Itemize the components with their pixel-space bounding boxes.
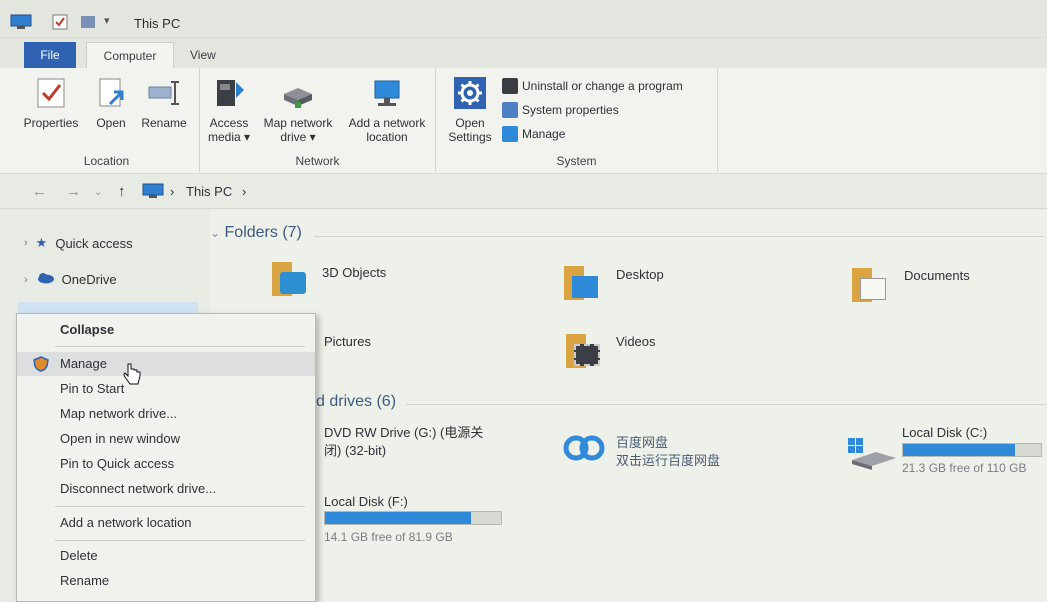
access-media-icon (212, 76, 246, 110)
baidu-netdisk-icon[interactable] (562, 432, 606, 462)
location-group: Properties Open Rename Location (14, 68, 200, 172)
menu-item-pin-to-start[interactable]: Pin to Start (17, 377, 315, 401)
breadcrumb-this-pc[interactable]: This PC (186, 184, 232, 199)
baidu-netdisk-label[interactable]: 百度网盘 (616, 432, 668, 451)
folder-documents-label[interactable]: Documents (904, 268, 970, 283)
folders-section-header[interactable]: ⌄ Folders (7) (210, 224, 302, 242)
menu-item-disconnect-network-drive[interactable]: Disconnect network drive... (17, 477, 315, 501)
menu-item-manage-label: Manage (60, 356, 107, 371)
breadcrumb-separator: › (170, 184, 175, 199)
expand-chevron-icon[interactable]: › (24, 274, 28, 286)
properties-button[interactable]: Properties (22, 76, 80, 130)
windows-drive-icon[interactable] (846, 436, 898, 470)
local-disk-f-usage-bar (324, 511, 502, 525)
open-settings-button[interactable]: Open Settings (446, 76, 494, 144)
menu-item-open-new-window[interactable]: Open in new window (17, 427, 315, 451)
drives-divider (406, 404, 1046, 405)
computer-icon[interactable] (10, 14, 32, 30)
system-group: Open Settings Uninstall or change a prog… (436, 68, 718, 172)
folder-3d-objects-label[interactable]: 3D Objects (322, 265, 386, 280)
menu-item-delete[interactable]: Delete (17, 544, 315, 568)
nav-item-quick-access[interactable]: › ★ Quick access (24, 235, 133, 251)
drives-section-header[interactable]: d drives (6) (316, 393, 396, 411)
new-folder-quick-icon[interactable] (80, 14, 96, 30)
dvd-drive-label-line1[interactable]: DVD RW Drive (G:) (电源关 (324, 422, 483, 441)
local-disk-c-usage-bar (902, 443, 1042, 457)
up-arrow-icon[interactable]: ↑ (118, 183, 126, 200)
nav-item-onedrive[interactable]: › OneDrive (24, 272, 117, 287)
forward-arrow-icon[interactable]: → (66, 183, 81, 200)
settings-gear-icon (453, 76, 487, 110)
menu-item-collapse[interactable]: Collapse (17, 318, 315, 342)
open-icon (94, 76, 128, 110)
uninstall-icon (502, 78, 518, 94)
menu-item-pin-quick-access[interactable]: Pin to Quick access (17, 452, 315, 476)
rename-button[interactable]: Rename (138, 76, 190, 130)
onedrive-cloud-icon (36, 272, 54, 287)
tab-computer[interactable]: Computer (86, 42, 174, 68)
documents-folder-icon[interactable] (852, 264, 886, 302)
location-group-label: Location (83, 154, 130, 168)
menu-separator (55, 346, 305, 347)
ribbon-tabs: File Computer View (0, 38, 1047, 68)
menu-item-manage[interactable]: Manage (17, 352, 315, 376)
menu-separator (55, 506, 305, 507)
tab-file[interactable]: File (24, 42, 76, 68)
rename-icon (147, 76, 181, 110)
menu-item-map-network-drive[interactable]: Map network drive... (17, 402, 315, 426)
local-disk-c-label[interactable]: Local Disk (C:) (902, 425, 987, 440)
network-group-label: Network (295, 154, 340, 168)
map-network-drive-button[interactable]: Map network drive ▾ (256, 76, 340, 144)
desktop-folder-icon[interactable] (564, 262, 598, 300)
system-properties-icon (502, 102, 518, 118)
ribbon: Properties Open Rename Location Access m… (0, 68, 1047, 174)
dvd-drive-label-line2[interactable]: 闭) (32-bit) (324, 440, 386, 459)
back-arrow-icon[interactable]: ← (32, 183, 47, 200)
local-disk-f-free-space: 14.1 GB free of 81.9 GB (324, 530, 453, 544)
hand-cursor-icon (122, 362, 142, 386)
recent-locations-chevron-icon[interactable]: ⌄ (94, 187, 102, 198)
access-media-button[interactable]: Access media ▾ (204, 76, 254, 144)
add-network-location-button[interactable]: Add a network location (342, 76, 432, 144)
folder-videos-label[interactable]: Videos (616, 334, 656, 349)
map-network-drive-icon (281, 76, 315, 110)
add-network-location-icon (370, 76, 404, 110)
tab-view[interactable]: View (180, 42, 226, 68)
videos-folder-icon[interactable] (566, 330, 600, 368)
network-group: Access media ▾ Map network drive ▾ Add a… (200, 68, 436, 172)
breadcrumb-separator-end[interactable]: › (242, 184, 246, 199)
menu-item-add-network-location[interactable]: Add a network location (17, 511, 315, 535)
3d-objects-folder-icon[interactable] (272, 258, 306, 296)
window-title: This PC (134, 16, 181, 31)
address-bar: ← → ⌄ ↑ › This PC › (0, 175, 1047, 209)
folders-divider (314, 236, 1044, 237)
quick-access-star-icon: ★ (35, 235, 48, 250)
open-button[interactable]: Open (92, 76, 130, 130)
this-pc-crumb-icon (142, 183, 164, 202)
title-bar: ▾ This PC (0, 0, 1047, 38)
folder-pictures-label[interactable]: Pictures (324, 334, 371, 349)
local-disk-f-label[interactable]: Local Disk (F:) (324, 494, 408, 509)
baidu-netdisk-subtitle: 双击运行百度网盘 (616, 453, 721, 468)
folder-desktop-label[interactable]: Desktop (616, 267, 664, 282)
context-menu: Collapse Manage Pin to Start Map network… (16, 313, 316, 602)
system-properties-button[interactable]: System properties (502, 102, 619, 118)
menu-separator (55, 540, 305, 541)
collapse-chevron-icon: ⌄ (210, 226, 221, 240)
content-pane: ⌄ Folders (7) 3D Objects Desktop Documen… (210, 210, 1047, 602)
manage-button[interactable]: Manage (502, 126, 565, 142)
uninstall-program-button[interactable]: Uninstall or change a program (502, 78, 683, 94)
local-disk-c-free-space: 21.3 GB free of 110 GB (902, 461, 1027, 475)
customize-quick-access-icon[interactable]: ▾ (104, 14, 116, 30)
computer-management-icon (502, 126, 518, 142)
system-group-label: System (556, 154, 597, 168)
properties-icon (34, 76, 68, 110)
menu-item-rename[interactable]: Rename (17, 569, 315, 593)
properties-quick-icon[interactable] (52, 14, 68, 30)
expand-chevron-icon[interactable]: › (24, 237, 28, 249)
